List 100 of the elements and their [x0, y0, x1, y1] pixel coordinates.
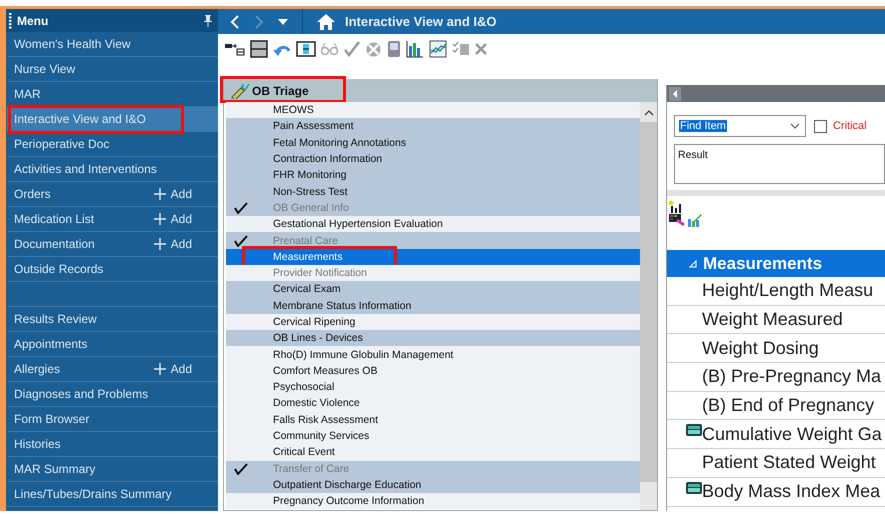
- close-icon[interactable]: [475, 43, 487, 55]
- bar-chart-icon[interactable]: [406, 40, 424, 58]
- menu-item-label: Outside Records: [14, 262, 104, 276]
- menu-item[interactable]: Activities and Interventions: [7, 157, 218, 182]
- section-item[interactable]: Psychosocial: [226, 379, 640, 396]
- menu-item[interactable]: Lines/Tubes/Drains Summary: [7, 482, 218, 507]
- menu-item-label: Results Review: [14, 312, 97, 326]
- menu-item[interactable]: Documentation Add: [7, 232, 218, 257]
- section-label: Psychosocial: [273, 381, 334, 394]
- checkmark-icon: [234, 202, 248, 214]
- dropdown-caret-icon[interactable]: [278, 18, 288, 24]
- add-link[interactable]: Add: [154, 362, 192, 376]
- menu-item[interactable]: Results Review: [7, 307, 218, 332]
- critical-label: Critical: [833, 120, 867, 132]
- add-link[interactable]: Add: [154, 237, 192, 251]
- menu-item[interactable]: Orders Add: [7, 182, 218, 207]
- plus-icon: [154, 213, 166, 225]
- flowsheet-icon[interactable]: [668, 200, 686, 226]
- insert-row-icon[interactable]: [225, 41, 245, 57]
- section-label: FHR Monitoring: [273, 169, 347, 182]
- add-label: Add: [170, 212, 192, 226]
- flowsheet-row-label: Height/Length Measu: [702, 280, 874, 302]
- section-item[interactable]: Domestic Violence: [226, 395, 640, 412]
- section-label: Prenatal Care: [273, 234, 338, 247]
- section-item[interactable]: Fetal Monitoring Annotations: [226, 134, 640, 151]
- section-item[interactable]: Community Services: [226, 428, 640, 444]
- device-icon[interactable]: [387, 40, 401, 58]
- flowsheet-row[interactable]: Body Mass Index Mea: [667, 478, 885, 506]
- checkmark-icon: [234, 234, 248, 247]
- back-icon[interactable]: [230, 14, 240, 28]
- section-label: Measurements: [273, 250, 342, 263]
- flowsheet-row[interactable]: Weight Dosing: [667, 334, 885, 364]
- menu-item[interactable]: Histories: [7, 432, 218, 457]
- split-view-icon[interactable]: [250, 40, 268, 58]
- menu-item[interactable]: Diagnoses and Problems: [7, 382, 218, 407]
- section-label: Provider Notification: [273, 267, 367, 280]
- section-label: MEOWS: [273, 104, 314, 116]
- pencil-check-icon: [230, 82, 250, 98]
- section-item[interactable]: Outpatient Discharge Education: [226, 476, 640, 494]
- flowsheet-row[interactable]: Height/Length Measu: [667, 277, 885, 306]
- section-item[interactable]: Comfort Measures OB: [226, 362, 640, 380]
- menu-item-label: MAR: [14, 87, 41, 101]
- section-item[interactable]: Non-Stress Test: [226, 183, 640, 200]
- line-chart-icon[interactable]: [429, 40, 447, 58]
- menu-item[interactable]: Women's Health View: [7, 32, 218, 57]
- checkmark-icon[interactable]: [344, 41, 360, 57]
- pin-icon[interactable]: [204, 14, 212, 26]
- home-icon[interactable]: [317, 14, 335, 30]
- section-item[interactable]: Membrane Status Information: [226, 298, 640, 314]
- section-item[interactable]: Cervical Ripening: [226, 314, 640, 330]
- checklist-icon[interactable]: [452, 41, 470, 57]
- menu-item-label: Women's Health View: [14, 37, 131, 51]
- scroll-up-icon[interactable]: [644, 110, 654, 116]
- section-item[interactable]: Falls Risk Assessment: [226, 412, 640, 428]
- flowsheet-row[interactable]: Patient Stated Weight: [667, 449, 885, 478]
- find-item-dropdown[interactable]: Find Item: [674, 115, 806, 137]
- flowsheet-row[interactable]: Cumulative Weight Ga: [667, 420, 885, 450]
- expanded-triangle-icon[interactable]: [689, 260, 697, 268]
- section-item[interactable]: Gestational Hypertension Evaluation: [226, 216, 640, 232]
- section-item[interactable]: Contraction Information: [226, 150, 640, 168]
- section-item[interactable]: Pregnancy Outcome Information: [226, 493, 640, 510]
- menu-item[interactable]: MAR Summary: [7, 457, 218, 482]
- section-item[interactable]: Provider Notification: [226, 264, 640, 282]
- section-item[interactable]: OB Lines - Devices: [226, 330, 640, 346]
- menu-item-label: Histories: [14, 437, 61, 451]
- section-label: Contraction Information: [273, 153, 382, 166]
- section-item[interactable]: Measurements: [226, 248, 640, 265]
- menu-item[interactable]: Nurse View: [7, 57, 218, 82]
- collapse-left-icon[interactable]: [669, 86, 681, 100]
- flowsheet-row[interactable]: (B) Pre-Pregnancy Ma: [667, 363, 885, 392]
- add-link[interactable]: Add: [154, 187, 192, 201]
- section-item[interactable]: Rho(D) Immune Globulin Management: [226, 346, 640, 363]
- chevron-down-icon: [790, 123, 800, 129]
- section-header-row[interactable]: Measurements: [667, 250, 885, 277]
- menu-item[interactable]: Perioperative Doc: [7, 132, 218, 157]
- flowsheet-row-label: Weight Dosing: [702, 338, 819, 359]
- menu-item[interactable]: Allergies Add: [7, 357, 218, 382]
- flowsheet-row[interactable]: (B) End of Pregnancy: [667, 392, 885, 420]
- column-insert-icon[interactable]: [296, 41, 316, 57]
- menu-item[interactable]: Form Browser: [7, 407, 218, 432]
- critical-checkbox[interactable]: [814, 120, 827, 132]
- section-item[interactable]: FHR Monitoring: [226, 167, 640, 184]
- flowsheet-row-label: Patient Stated Weight: [702, 452, 876, 474]
- menu-item[interactable]: Interactive View and I&O: [7, 107, 218, 132]
- flowsheet-row[interactable]: Weight Measured: [667, 306, 885, 334]
- section-item[interactable]: Cervical Exam: [226, 281, 640, 298]
- section-label: Fetal Monitoring Annotations: [273, 136, 406, 149]
- section-item[interactable]: MEOWS: [226, 102, 640, 118]
- section-item[interactable]: Critical Event: [226, 444, 640, 461]
- result-field[interactable]: Result: [674, 144, 885, 184]
- add-link[interactable]: Add: [154, 212, 192, 226]
- section-item[interactable]: Pain Assessment: [226, 118, 640, 135]
- menu-item-label: Diagnoses and Problems: [14, 387, 148, 401]
- section-label: Community Services: [273, 430, 370, 442]
- section-label: Outpatient Discharge Education: [273, 478, 422, 491]
- section-label: Gestational Hypertension Evaluation: [273, 218, 443, 230]
- menu-item[interactable]: Outside Records: [7, 257, 218, 282]
- menu-item[interactable]: Medication List Add: [7, 207, 218, 232]
- menu-item[interactable]: Appointments: [7, 332, 218, 357]
- section-label: Rho(D) Immune Globulin Management: [273, 348, 454, 361]
